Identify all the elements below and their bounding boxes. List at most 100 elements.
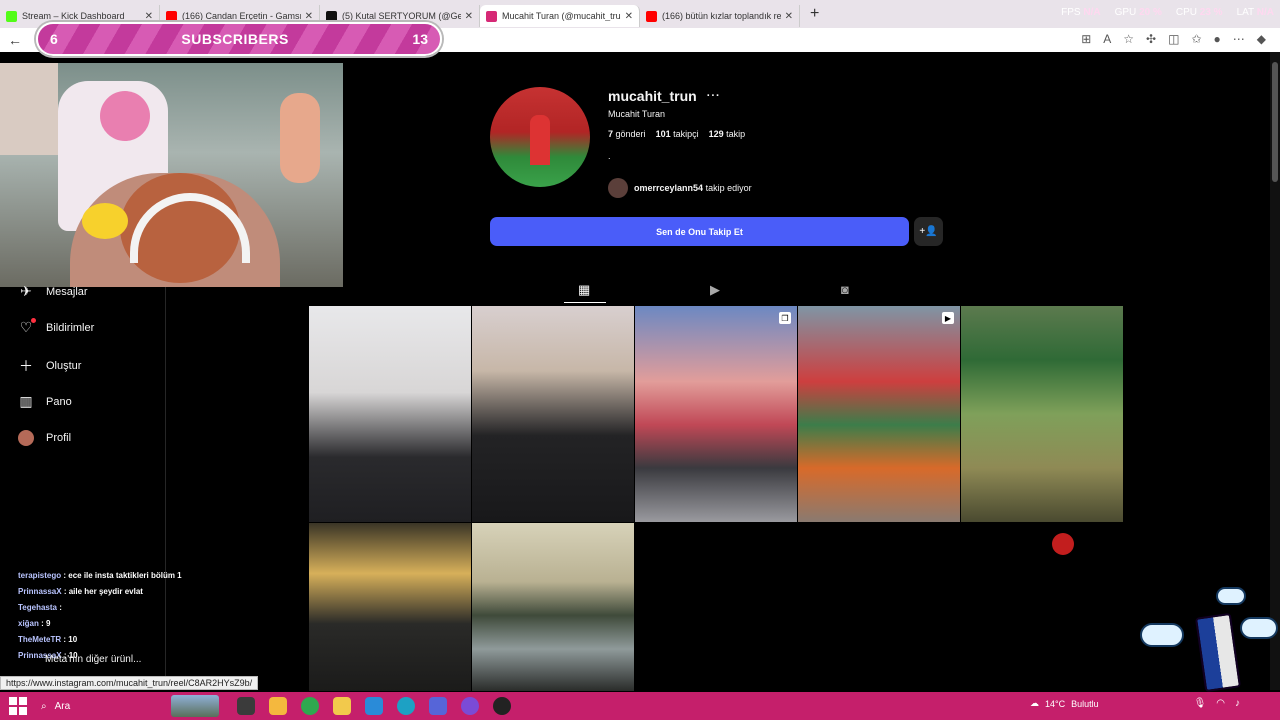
dashboard-icon: ▥: [19, 393, 33, 409]
profile-icon[interactable]: ●: [1214, 32, 1221, 46]
close-tab-icon[interactable]: ✕: [145, 11, 153, 22]
sidebar-item-messages[interactable]: ✈ Mesajlar: [18, 283, 88, 300]
profile-picture[interactable]: [490, 87, 590, 187]
post-thumbnail[interactable]: ▶: [798, 306, 960, 522]
split-screen-icon[interactable]: ◫: [1168, 32, 1179, 46]
store-icon[interactable]: [365, 697, 383, 715]
task-view-icon[interactable]: [237, 697, 255, 715]
discord-icon[interactable]: [461, 697, 479, 715]
post-thumbnail[interactable]: [309, 523, 471, 691]
subscribers-goal: 13: [412, 31, 428, 47]
browser-tab[interactable]: (166) bütün kızlar toplandık remix ✕: [640, 5, 800, 27]
follow-button[interactable]: Sen de Onu Takip Et: [490, 217, 909, 246]
scrollbar-thumb[interactable]: [1272, 62, 1278, 182]
reel-icon: ▶: [942, 312, 954, 324]
sidebar-item-label: Oluştur: [46, 360, 82, 372]
search-highlight-image[interactable]: [171, 695, 219, 717]
extensions-icon[interactable]: ✣: [1146, 32, 1156, 46]
can-icon: [1194, 612, 1242, 693]
post-thumbnail[interactable]: [961, 306, 1123, 522]
cloud-icon: [1240, 617, 1278, 639]
cloud-weather-icon: ☁: [1030, 698, 1039, 708]
sidebar-item-label: Pano: [46, 395, 72, 408]
close-tab-icon[interactable]: ✕: [625, 11, 633, 22]
sidebar-item-label: Mesajlar: [46, 285, 88, 298]
followed-by-user: omerrceylann54: [634, 183, 704, 193]
sidebar-item-profile[interactable]: Profil: [18, 430, 71, 446]
messages-icon: ✈: [20, 283, 32, 299]
taskbar-apps: [237, 697, 511, 715]
copilot-icon[interactable]: ◆: [1257, 32, 1266, 46]
weather-widget[interactable]: ☁ 14°C Bulutlu: [1030, 698, 1099, 709]
windows-start-icon[interactable]: [9, 697, 27, 715]
copilot-app-icon[interactable]: [269, 697, 287, 715]
system-tray: 🎙 ◠ ♪: [1194, 698, 1240, 709]
wifi-icon[interactable]: ◠: [1216, 698, 1225, 709]
lat-value: N/A: [1256, 7, 1274, 18]
webcam-feed: [0, 63, 343, 287]
tab-title: (5) Kutal SERTYORUM (@GerginKi: [342, 11, 461, 21]
tab-title: Mucahit Turan (@mucahit_trun) •: [502, 11, 621, 21]
profile-username: mucahit_trun: [608, 88, 697, 104]
profile-full-name: Mucahit Turan: [608, 109, 666, 119]
close-tab-icon[interactable]: ✕: [305, 11, 313, 22]
carousel-icon: ❐: [779, 312, 791, 324]
more-options-icon[interactable]: ···: [707, 90, 721, 102]
profile-stats: 7 gönderi 101 takipçi 129 takip: [608, 129, 745, 139]
stream-logo-watermark: [1052, 530, 1202, 558]
following-stat[interactable]: 129 takip: [709, 129, 746, 139]
followers-stat[interactable]: 101 takipçi: [656, 129, 699, 139]
notification-dot: [31, 318, 36, 323]
profile-picture-figure: [530, 115, 550, 165]
sidebar-item-create[interactable]: ＋ Oluştur: [18, 356, 81, 376]
favorites-icon[interactable]: ✩: [1191, 32, 1201, 46]
browser-tab-active[interactable]: Mucahit Turan (@mucahit_trun) • ✕: [480, 5, 640, 27]
file-explorer-icon[interactable]: [333, 697, 351, 715]
app-icon[interactable]: [429, 697, 447, 715]
sidebar-item-dashboard[interactable]: ▥ Pano: [18, 393, 72, 410]
microphone-icon[interactable]: 🎙: [1194, 698, 1207, 709]
menu-dots-icon[interactable]: ⋯: [1233, 32, 1245, 46]
favorite-star-icon[interactable]: ☆: [1123, 32, 1134, 46]
chat-message: TheMeteTR : 10: [18, 635, 78, 644]
new-tab-button[interactable]: +: [810, 5, 819, 23]
taskbar-search[interactable]: ⌕ Ara: [41, 701, 171, 712]
volume-icon[interactable]: ♪: [1235, 698, 1240, 709]
microphone: [280, 93, 320, 183]
suggested-users-button[interactable]: +👤: [914, 217, 943, 246]
tab-title: Stream – Kick Dashboard: [22, 11, 125, 21]
perf-overlay: FPS N/A GPU 20 % CPU 23 % LAT N/A: [1061, 7, 1274, 18]
profile-bio: .: [608, 151, 611, 161]
posts-grid: ❐ ▶: [309, 306, 1123, 691]
close-tab-icon[interactable]: ✕: [465, 11, 473, 22]
gpu-label: GPU: [1114, 7, 1137, 18]
followed-by-text: takip ediyor: [705, 183, 752, 193]
browser-toolbar-icons: ⊞ A ☆ ✣ ◫ ✩ ● ⋯ ◆: [1081, 32, 1266, 46]
posts-grid-icon[interactable]: ▦: [578, 282, 590, 298]
apps-icon[interactable]: ⊞: [1081, 32, 1091, 46]
sidebar-item-notifications[interactable]: ♡ Bildirimler: [18, 318, 94, 336]
heart-icon: ♡: [18, 318, 36, 336]
obs-icon[interactable]: [493, 697, 511, 715]
post-thumbnail[interactable]: [309, 306, 471, 522]
post-thumbnail[interactable]: ❐: [635, 306, 797, 522]
profile-tabs: ▦ ▶ ◙: [309, 280, 1123, 304]
close-tab-icon[interactable]: ✕: [785, 11, 793, 22]
back-arrow-icon[interactable]: ←: [8, 32, 22, 48]
read-aloud-icon[interactable]: A: [1103, 32, 1111, 46]
followed-by[interactable]: omerrceylann54 takip ediyor: [608, 178, 752, 198]
wall-poster: [0, 63, 58, 155]
post-thumbnail[interactable]: [472, 523, 634, 691]
youtube-icon: [646, 10, 657, 22]
meta-products-link[interactable]: Meta'nın diğer ürünl...: [45, 654, 141, 665]
reels-icon[interactable]: ▶: [710, 282, 720, 298]
cpu-label: CPU: [1175, 7, 1197, 18]
avatar: [18, 430, 34, 446]
chat-message: PrinnassaX : aile her şeydir evlat: [18, 587, 143, 596]
instagram-icon: [486, 10, 497, 22]
edge-icon[interactable]: [397, 697, 415, 715]
tagged-icon[interactable]: ◙: [841, 282, 849, 297]
cpu-value: 23 %: [1199, 7, 1223, 18]
post-thumbnail[interactable]: [472, 306, 634, 522]
chrome-icon[interactable]: [301, 697, 319, 715]
